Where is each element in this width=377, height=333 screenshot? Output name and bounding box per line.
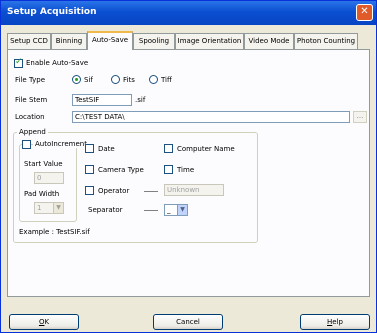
time-label: Time bbox=[177, 166, 195, 174]
date-label: Date bbox=[98, 145, 115, 153]
append-group-label: Append bbox=[17, 128, 48, 136]
tab-auto-save[interactable]: Auto-Save bbox=[87, 31, 133, 50]
operator-input[interactable]: Unknown bbox=[164, 184, 224, 196]
ok-button[interactable]: OK bbox=[9, 314, 79, 330]
tab-video-mode[interactable]: Video Mode bbox=[244, 33, 294, 49]
operator-label: Operator bbox=[98, 187, 130, 195]
separator-value: _ bbox=[167, 206, 171, 214]
operator-divider bbox=[144, 191, 158, 192]
computer-name-label: Computer Name bbox=[177, 145, 235, 153]
enable-auto-save-checkbox[interactable] bbox=[14, 57, 23, 68]
close-button[interactable]: ✕ bbox=[356, 4, 373, 21]
pad-width-label: Pad Width bbox=[24, 190, 60, 198]
file-type-fits-label: Fits bbox=[123, 76, 135, 84]
browse-button[interactable]: ... bbox=[353, 111, 367, 123]
file-type-sif-radio[interactable] bbox=[72, 75, 81, 84]
example-text: Example : TestSIF.sif bbox=[19, 228, 90, 236]
operator-checkbox[interactable] bbox=[85, 186, 94, 195]
file-stem-label: File Stem bbox=[15, 96, 48, 104]
location-input[interactable]: C:\TEST DATA\ bbox=[72, 111, 350, 123]
start-value-input[interactable]: 0 bbox=[34, 172, 64, 184]
pad-width-value: 1 bbox=[37, 204, 42, 212]
tab-spooling[interactable]: Spooling bbox=[133, 33, 175, 49]
date-checkbox[interactable] bbox=[85, 144, 94, 153]
tab-setup-ccd[interactable]: Setup CCD bbox=[7, 33, 51, 49]
start-value-label: Start Value bbox=[24, 160, 63, 168]
file-type-fits-radio[interactable] bbox=[111, 75, 120, 84]
enable-auto-save-label: Enable Auto-Save bbox=[26, 59, 89, 67]
location-label: Location bbox=[15, 113, 45, 121]
camera-type-label: Camera Type bbox=[98, 166, 144, 174]
chevron-down-icon: ▼ bbox=[53, 203, 63, 213]
computer-name-checkbox[interactable] bbox=[164, 144, 173, 153]
separator-select[interactable]: _ ▼ bbox=[164, 204, 188, 216]
file-extension-label: .sif bbox=[135, 96, 146, 104]
file-type-label: File Type bbox=[15, 76, 46, 84]
auto-save-panel: Enable Auto-Save File Type Sif Fits Tiff… bbox=[7, 49, 370, 297]
pad-width-select[interactable]: 1 ▼ bbox=[34, 202, 64, 214]
window-title: Setup Acquisition bbox=[7, 7, 97, 17]
autoincrement-checkbox[interactable] bbox=[22, 140, 31, 149]
file-type-tiff-label: Tiff bbox=[161, 76, 172, 84]
separator-divider bbox=[144, 210, 158, 211]
file-stem-input[interactable]: TestSIF bbox=[72, 94, 132, 106]
file-type-tiff-radio[interactable] bbox=[149, 75, 158, 84]
title-bar: Setup Acquisition ✕ bbox=[1, 1, 376, 25]
tab-image-orientation[interactable]: Image Orientation bbox=[175, 33, 244, 49]
help-label-rest: elp bbox=[332, 318, 343, 326]
tab-photon-counting[interactable]: Photon Counting bbox=[294, 33, 358, 49]
cancel-button[interactable]: Cancel bbox=[153, 314, 223, 330]
separator-label: Separator bbox=[88, 206, 123, 214]
setup-acquisition-dialog: Setup Acquisition ✕ Setup CCD Binning Au… bbox=[0, 0, 377, 333]
time-checkbox[interactable] bbox=[164, 165, 173, 174]
file-type-sif-label: Sif bbox=[84, 76, 93, 84]
autoincrement-label: AutoIncrement bbox=[33, 140, 89, 148]
camera-type-checkbox[interactable] bbox=[85, 165, 94, 174]
tab-binning[interactable]: Binning bbox=[51, 33, 87, 49]
ok-label-rest: K bbox=[44, 318, 50, 326]
chevron-down-icon: ▼ bbox=[177, 205, 187, 215]
help-button[interactable]: Help bbox=[300, 314, 370, 330]
